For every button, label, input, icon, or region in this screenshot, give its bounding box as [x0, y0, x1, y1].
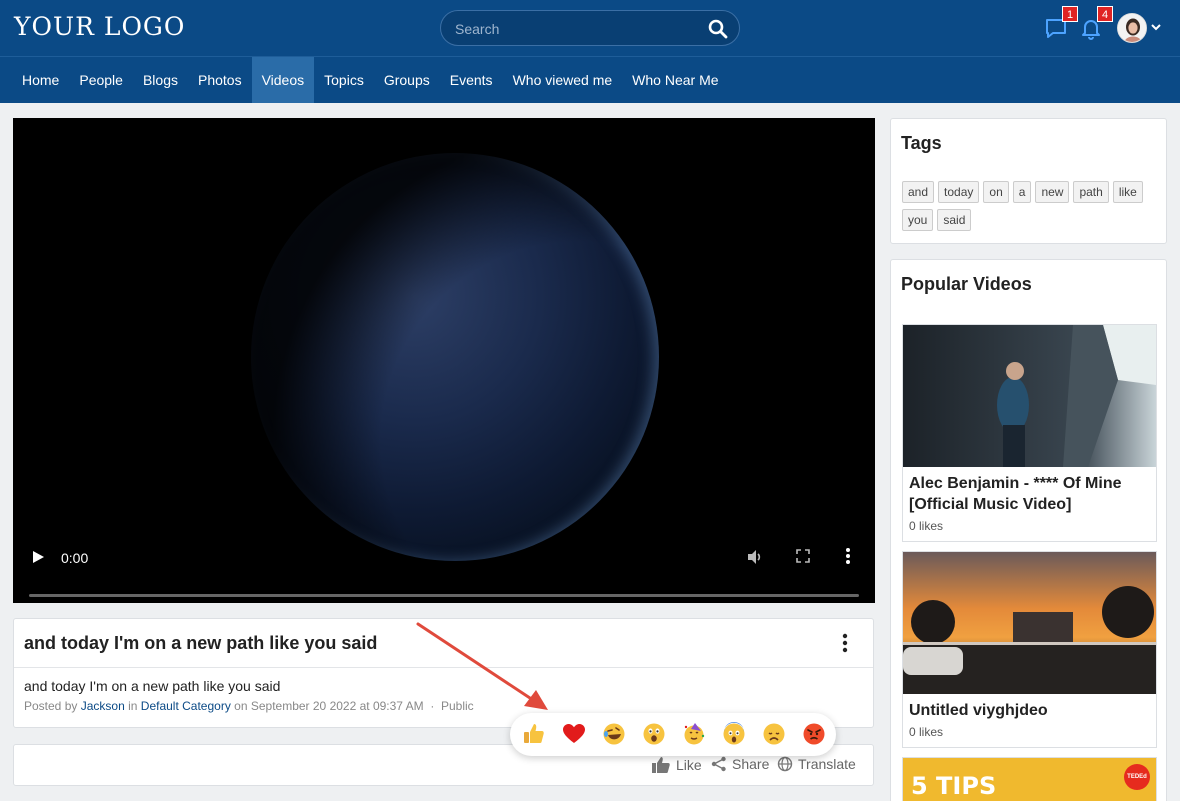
nav-item-people[interactable]: People — [69, 57, 133, 103]
thumbnail-sunset-icon — [903, 552, 1156, 694]
nav-item-home[interactable]: Home — [12, 57, 69, 103]
scream-emoji-icon[interactable] — [722, 722, 746, 746]
volume-icon[interactable] — [746, 548, 764, 566]
category-link[interactable]: Default Category — [141, 699, 231, 713]
ted-ed-badge: TEDEd — [1124, 764, 1150, 790]
like-button[interactable]: Like — [651, 756, 702, 774]
angry-emoji-icon[interactable] — [802, 722, 826, 746]
notifications-button[interactable]: 4 — [1077, 6, 1113, 42]
party-emoji-icon[interactable] — [682, 722, 706, 746]
more-vertical-icon — [842, 633, 848, 653]
video-more-icon[interactable] — [845, 547, 851, 565]
thumbnail-text: 5 TIPS — [911, 772, 997, 800]
video-player[interactable]: 0:00 — [13, 118, 875, 603]
share-label: Share — [732, 756, 770, 772]
nav-item-photos[interactable]: Photos — [188, 57, 252, 103]
share-icon — [711, 756, 726, 772]
posted-by-label: Posted by — [24, 699, 78, 713]
user-avatar[interactable] — [1117, 13, 1147, 43]
messages-badge: 1 — [1062, 6, 1078, 22]
share-button[interactable]: Share — [711, 756, 769, 772]
play-icon[interactable] — [31, 550, 45, 564]
video-description: and today I'm on a new path like you sai… — [24, 678, 281, 694]
video-thumbnail[interactable]: 5 TIPS TEDEd — [903, 758, 1156, 801]
popular-video-card[interactable]: 5 TIPS TEDEd — [902, 757, 1157, 801]
video-thumbnail[interactable] — [903, 325, 1156, 467]
nav-item-blogs[interactable]: Blogs — [133, 57, 188, 103]
tag-item[interactable]: path — [1073, 181, 1109, 203]
tags-title: Tags — [901, 133, 942, 153]
nav-item-who-viewed-me[interactable]: Who viewed me — [503, 57, 623, 103]
video-progress-bar[interactable] — [29, 594, 859, 597]
video-thumbnail[interactable] — [903, 552, 1156, 694]
nav-item-events[interactable]: Events — [440, 57, 503, 103]
post-options-button[interactable] — [835, 631, 855, 655]
surprised-emoji-icon[interactable] — [642, 722, 666, 746]
tag-item[interactable]: said — [937, 209, 972, 231]
tag-item[interactable]: today — [938, 181, 980, 203]
chevron-down-icon[interactable] — [1150, 22, 1162, 32]
sad-emoji-icon[interactable] — [762, 722, 786, 746]
thumbnail-music-video-icon — [903, 325, 1156, 467]
popular-video-card[interactable]: Untitled viyghjdeo 0 likes — [902, 551, 1157, 748]
author-link[interactable]: Jackson — [81, 699, 125, 713]
top-header: YOUR LOGO 1 4 — [0, 0, 1180, 56]
heart-emoji-icon[interactable] — [562, 722, 586, 746]
popular-videos-panel: Popular Videos Alec Benjamin - **** Of M… — [890, 259, 1167, 801]
tag-item[interactable]: like — [1112, 181, 1143, 203]
tag-item[interactable]: new — [1035, 181, 1070, 203]
rofl-emoji-icon[interactable] — [602, 722, 626, 746]
translate-button[interactable]: Translate — [777, 756, 856, 772]
globe-icon — [777, 756, 793, 772]
search-button[interactable] — [705, 16, 731, 42]
fullscreen-icon[interactable] — [795, 548, 811, 564]
search-icon — [708, 19, 728, 39]
nav-item-topics[interactable]: Topics — [314, 57, 374, 103]
popular-video-card[interactable]: Alec Benjamin - **** Of Mine [Official M… — [902, 324, 1157, 542]
popular-video-likes: 0 likes — [909, 519, 944, 533]
video-title: and today I'm on a new path like you sai… — [24, 633, 378, 653]
popular-video-title[interactable]: Alec Benjamin - **** Of Mine [Official M… — [903, 467, 1156, 515]
search-box — [440, 10, 740, 46]
tag-item[interactable]: on — [983, 181, 1009, 203]
nav-item-who-near-me[interactable]: Who Near Me — [622, 57, 728, 103]
popular-video-likes: 0 likes — [909, 725, 944, 739]
post-meta: Posted by Jackson in Default Category on… — [24, 699, 474, 713]
tag-item[interactable]: and — [902, 181, 935, 203]
messages-button[interactable]: 1 — [1042, 6, 1078, 42]
video-controls: 0:00 — [13, 533, 875, 603]
main-nav: Home People Blogs Photos Videos Topics G… — [0, 56, 1180, 103]
translate-label: Translate — [798, 756, 856, 772]
tag-item[interactable]: you — [902, 209, 934, 231]
post-date: on September 20 2022 at 09:37 AM — [234, 699, 424, 713]
notifications-badge: 4 — [1097, 6, 1113, 22]
popular-video-title[interactable]: Untitled viyghjdeo — [903, 694, 1156, 721]
video-frame-earth — [249, 151, 661, 563]
nav-item-videos[interactable]: Videos — [251, 57, 315, 103]
tag-list: and today on a new path like you said — [902, 181, 1162, 237]
nav-item-groups[interactable]: Groups — [374, 57, 440, 103]
thumbs-up-icon — [652, 757, 670, 773]
avatar-image-icon — [1118, 14, 1146, 42]
site-logo[interactable]: YOUR LOGO — [14, 12, 185, 41]
tags-panel: Tags and today on a new path like you said — [890, 118, 1167, 244]
reactions-popup — [510, 713, 836, 756]
like-label: Like — [676, 757, 702, 773]
arrow-annotation-icon — [416, 622, 548, 710]
popular-videos-title: Popular Videos — [901, 274, 1032, 294]
tag-item[interactable]: a — [1012, 181, 1032, 203]
in-label: in — [128, 699, 138, 713]
thumbs-up-emoji-icon[interactable] — [522, 722, 546, 746]
video-time: 0:00 — [61, 550, 89, 566]
search-input[interactable] — [455, 19, 695, 39]
